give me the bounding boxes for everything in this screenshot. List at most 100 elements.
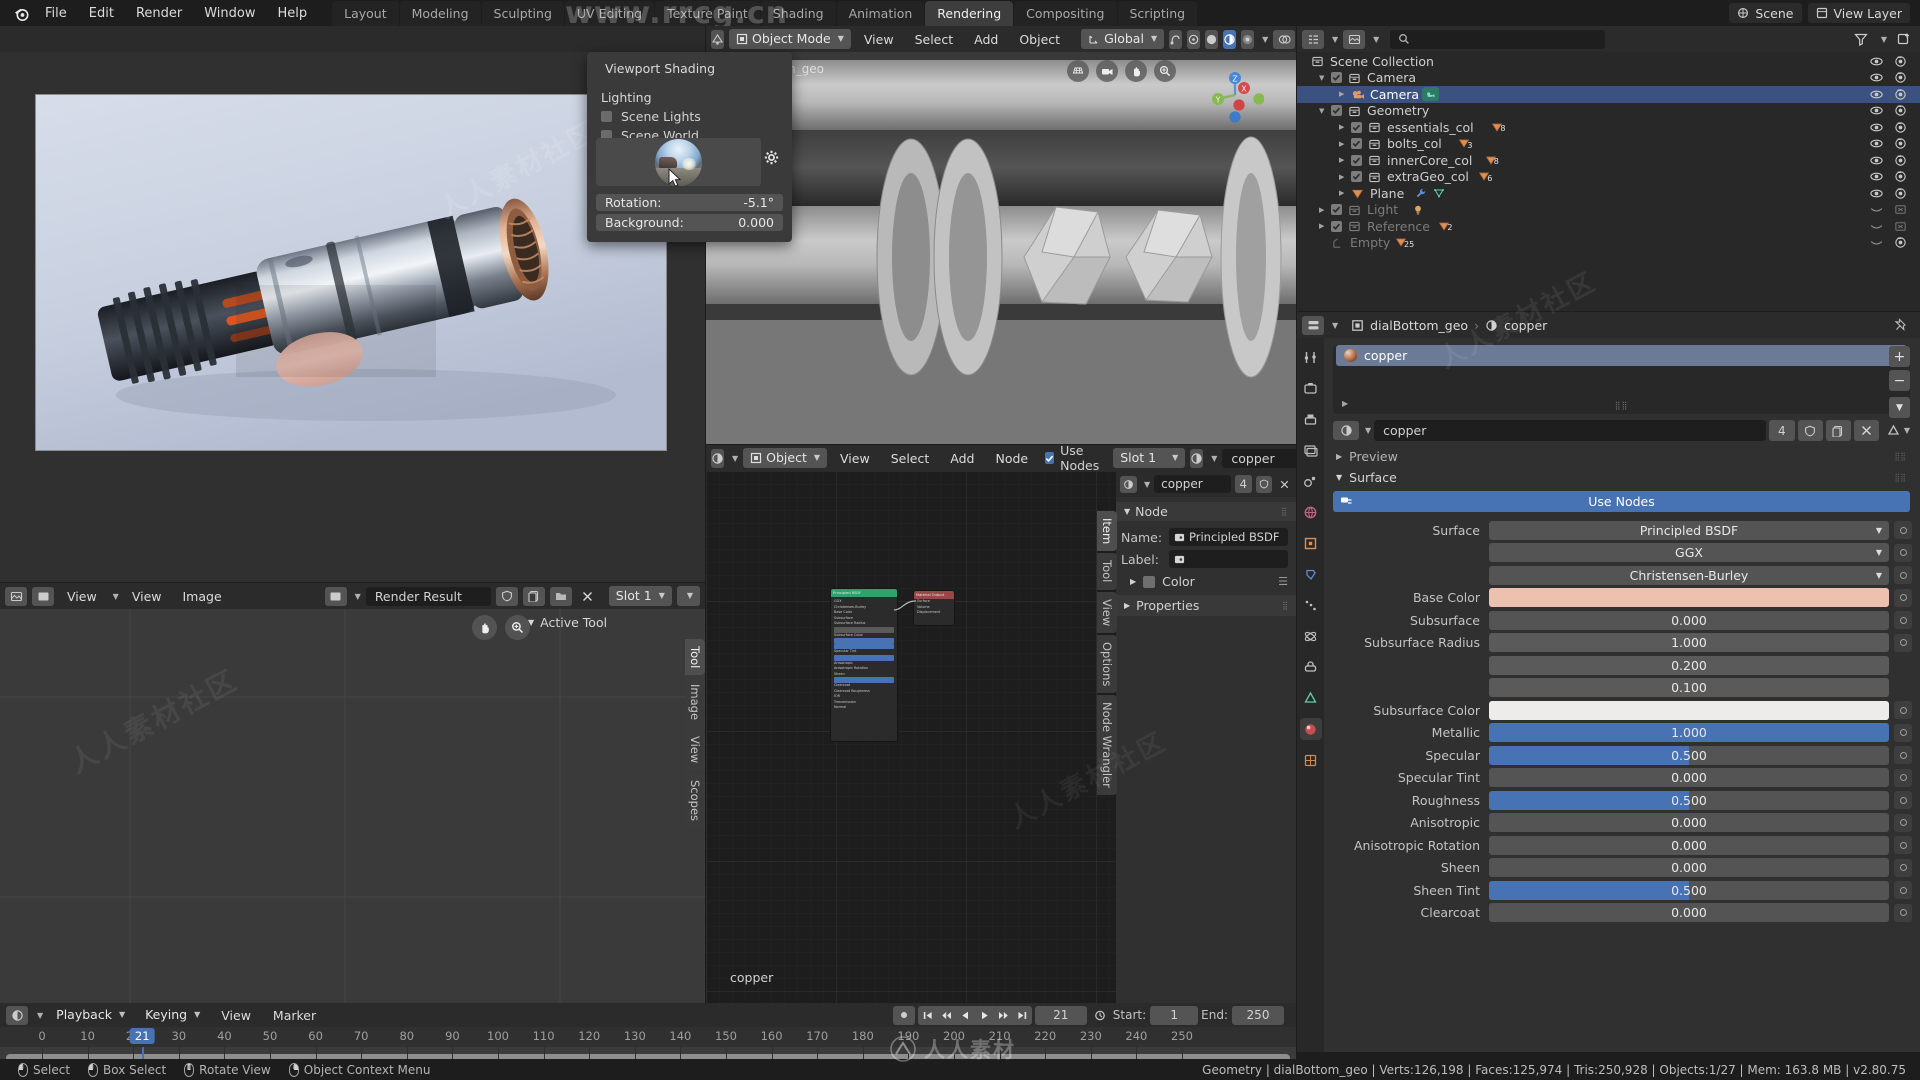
proportional-edit-icon[interactable] — [1187, 30, 1200, 49]
disclosure-right-icon[interactable]: ▶ — [1319, 222, 1324, 230]
outliner-render-toggle[interactable] — [1894, 220, 1907, 233]
material-users-button[interactable]: 4 — [1769, 420, 1795, 441]
node-principled-bsdf[interactable]: Principled BSDF GGX Christensen-Burley B… — [830, 588, 898, 742]
property-field-metallic[interactable]: 1.000 — [1489, 723, 1889, 742]
use-nodes-checkbox[interactable] — [1045, 452, 1054, 464]
timeline-menu-view[interactable]: View — [213, 1006, 259, 1025]
sidebar-tab-tool[interactable]: Tool — [685, 639, 705, 675]
disclosure-right-icon[interactable]: ▶ — [1319, 206, 1324, 214]
workspace-tab-layout[interactable]: Layout — [332, 1, 399, 26]
image-view-mode-icon[interactable] — [32, 587, 54, 606]
workspace-tab-compositing[interactable]: Compositing — [1014, 1, 1116, 26]
sidebar-material-users[interactable]: 4 — [1235, 475, 1252, 493]
outliner-visibility-toggle[interactable] — [1870, 104, 1883, 117]
viewport-menu-select[interactable]: Select — [907, 30, 962, 49]
animate-property-button[interactable] — [1894, 814, 1912, 832]
slot-list-grip-icon[interactable]: ⣿⣿ — [1615, 401, 1629, 410]
tab-modifiers[interactable] — [1300, 563, 1322, 585]
image-menu-view-1[interactable]: View — [59, 587, 105, 606]
outliner-visibility-toggle[interactable] — [1870, 71, 1883, 84]
new-image-icon[interactable] — [523, 587, 545, 606]
disclosure-right-icon[interactable]: ▶ — [1339, 123, 1344, 131]
animate-property-button[interactable] — [1894, 701, 1912, 719]
tab-world[interactable] — [1300, 501, 1322, 523]
panel-grip-icon[interactable]: ⣿ — [1282, 601, 1288, 610]
outliner-visibility-toggle[interactable] — [1870, 203, 1883, 216]
jump-start-button[interactable] — [918, 1006, 937, 1025]
property-field-subsurface[interactable]: 0.000 — [1489, 611, 1889, 630]
surface-panel-header[interactable]: ▼ Surface ⣿⣿ — [1336, 470, 1920, 485]
pin-id-icon[interactable] — [1895, 318, 1915, 332]
workspace-tab-rendering[interactable]: Rendering — [925, 1, 1013, 26]
mode-selector[interactable]: Object Mode ▼ — [729, 29, 851, 49]
outliner-row-bolts-col[interactable]: ▶bolts_col3 — [1297, 136, 1920, 153]
current-frame-indicator[interactable]: 21 — [130, 1028, 155, 1044]
outliner-visibility-toggle[interactable] — [1870, 88, 1883, 101]
overlays-icon[interactable] — [1273, 30, 1295, 49]
rotation-field[interactable]: Rotation: -5.1° — [596, 194, 783, 211]
material-browse-icon[interactable] — [1333, 421, 1359, 440]
shader-material-name[interactable]: copper — [1222, 449, 1296, 468]
workspace-tab-texture-paint[interactable]: Texture Paint — [655, 1, 760, 26]
studio-light-settings-gear-icon[interactable] — [764, 150, 779, 165]
material-datablock-icon[interactable] — [1190, 449, 1203, 468]
preview-panel-header[interactable]: ▶ Preview ⣿⣿ — [1336, 449, 1920, 464]
color-list-icon[interactable]: ☰ — [1278, 575, 1288, 588]
animate-property-button[interactable] — [1894, 589, 1912, 607]
material-slot-list[interactable]: copper ▶ ⣿⣿ — [1333, 345, 1910, 414]
image-menu-view-2[interactable]: View — [124, 587, 170, 606]
animate-property-button[interactable] — [1894, 836, 1912, 854]
toggle-camera-perspective-icon[interactable] — [1067, 60, 1089, 82]
add-material-slot-button[interactable]: + — [1889, 346, 1910, 367]
workspace-tab-scripting[interactable]: Scripting — [1118, 1, 1198, 26]
use-nodes-button[interactable]: Use Nodes — [1333, 491, 1910, 512]
sidebar-tab-image[interactable]: Image — [685, 677, 705, 727]
outliner-row-geometry[interactable]: ▼Geometry — [1297, 103, 1920, 120]
menu-edit[interactable]: Edit — [78, 3, 125, 24]
shader-menu-select[interactable]: Select — [883, 449, 938, 468]
end-frame-field[interactable]: End: 250 — [1201, 1006, 1284, 1025]
zoom-view-icon[interactable] — [1154, 60, 1176, 82]
outliner-row-innercore-col[interactable]: ▶innerCore_col8 — [1297, 152, 1920, 169]
material-name-field[interactable]: copper — [1374, 420, 1766, 441]
start-frame-field[interactable]: Start: 1 — [1113, 1006, 1198, 1025]
active-tool-panel-header[interactable]: ▼ Active Tool — [528, 613, 678, 631]
timeline-strip[interactable] — [0, 1047, 1296, 1059]
animate-property-button[interactable] — [1894, 611, 1912, 629]
outliner-row-empty[interactable]: Empty25 — [1297, 235, 1920, 252]
animate-property-button[interactable] — [1894, 544, 1912, 562]
image-menu-image[interactable]: Image — [175, 587, 230, 606]
snap-icon[interactable] — [1169, 30, 1182, 49]
jump-end-button[interactable] — [1013, 1006, 1032, 1025]
menu-render[interactable]: Render — [125, 3, 193, 24]
transform-orientation[interactable]: Global ▼ — [1081, 29, 1164, 49]
editor-type-icon[interactable] — [711, 30, 724, 49]
property-field-anisotropic-rotation[interactable]: 0.000 — [1489, 836, 1889, 855]
tab-material[interactable] — [1300, 718, 1322, 740]
disclosure-right-icon[interactable]: ▶ — [1130, 577, 1136, 586]
use-preview-range-icon[interactable] — [1090, 1006, 1110, 1025]
image-editor-canvas[interactable]: ▼ Active Tool ToolImageViewScopes — [0, 609, 705, 1003]
sidebar-tab-item[interactable]: Item — [1097, 511, 1117, 551]
camera-view-icon[interactable] — [1096, 60, 1118, 82]
breadcrumb-material[interactable]: copper — [1504, 318, 1547, 333]
animate-property-button[interactable] — [1894, 881, 1912, 899]
property-field-christensen-burley[interactable]: Christensen-Burley▼ — [1489, 566, 1889, 585]
pan-view-icon[interactable] — [1125, 60, 1147, 82]
viewport-menu-object[interactable]: Object — [1011, 30, 1068, 49]
panel-grip-icon[interactable]: ⣿⣿ — [1894, 473, 1906, 482]
disclosure-right-icon[interactable]: ▶ — [1339, 90, 1344, 98]
property-field-anisotropic[interactable]: 0.000 — [1489, 813, 1889, 832]
outliner-visibility-toggle[interactable] — [1870, 55, 1883, 68]
disclosure-right-icon[interactable]: ▶ — [1339, 140, 1344, 148]
shading-material-icon[interactable] — [1223, 30, 1236, 49]
animate-property-button[interactable] — [1894, 769, 1912, 787]
outliner-checkbox[interactable] — [1351, 122, 1362, 133]
animate-property-button[interactable] — [1894, 791, 1912, 809]
shader-menu-add[interactable]: Add — [942, 449, 982, 468]
property-field-roughness[interactable]: 0.500 — [1489, 791, 1889, 810]
shader-type-selector[interactable]: Object ▼ — [743, 448, 827, 468]
open-image-icon[interactable] — [550, 587, 572, 606]
unlink-image-icon[interactable] — [577, 587, 599, 606]
outliner-row-camera[interactable]: ▶Camera — [1297, 86, 1920, 103]
